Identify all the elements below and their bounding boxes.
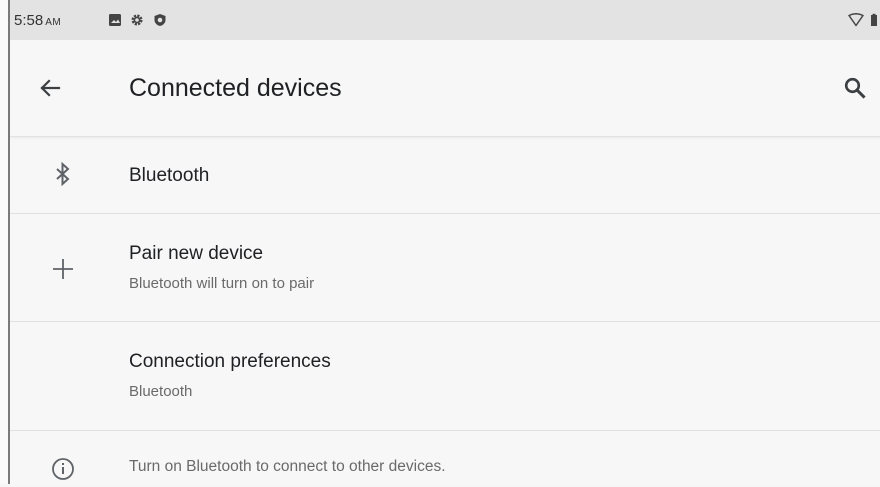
item-subtitle-connection-preferences: Bluetooth [129, 383, 193, 400]
list-item-pair-new-device[interactable]: Pair new device Bluetooth will turn on t… [10, 214, 880, 321]
back-button[interactable] [34, 72, 66, 104]
item-title-bluetooth: Bluetooth [129, 165, 210, 186]
info-icon [50, 456, 76, 482]
gear-icon [130, 13, 144, 27]
divider [10, 430, 880, 431]
page-title: Connected devices [129, 74, 342, 102]
settings-screen: 5:58 AM Connected devices Bluetooth Pair… [10, 0, 880, 484]
status-time-value: 5:58 [14, 12, 44, 29]
list-item-bluetooth[interactable]: Bluetooth [10, 137, 880, 213]
image-icon [108, 13, 122, 27]
arrow-left-icon [34, 79, 66, 108]
list-item-connection-preferences[interactable]: Connection preferences Bluetooth [10, 322, 880, 430]
footer-info-text: Turn on Bluetooth to connect to other de… [129, 458, 446, 475]
item-subtitle-pair-new-device: Bluetooth will turn on to pair [129, 275, 315, 292]
window-edge [0, 0, 10, 484]
app-bar: Connected devices [10, 40, 880, 137]
battery-icon [870, 13, 878, 27]
status-time: 5:58 AM [14, 12, 61, 29]
search-button[interactable] [840, 73, 870, 103]
search-icon [840, 77, 870, 107]
item-title-pair-new-device: Pair new device [129, 243, 264, 264]
status-bar: 5:58 AM [10, 0, 880, 40]
shield-icon [153, 13, 167, 27]
item-title-connection-preferences: Connection preferences [129, 351, 331, 372]
plus-icon [50, 256, 76, 282]
status-time-ampm: AM [45, 17, 62, 28]
wifi-icon [848, 13, 864, 27]
bluetooth-icon [50, 161, 76, 187]
